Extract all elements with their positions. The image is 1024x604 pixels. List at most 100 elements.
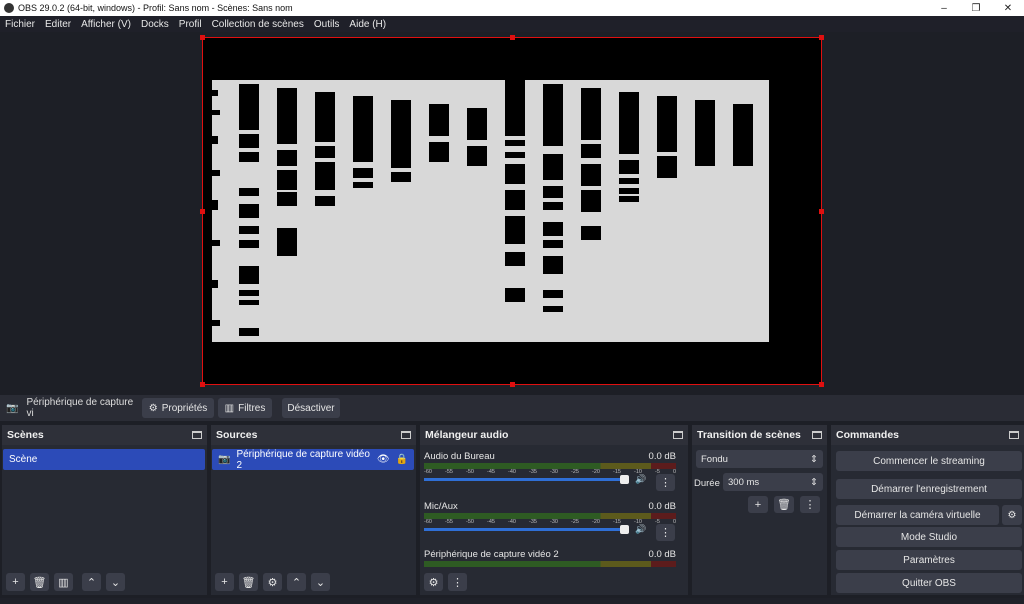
source-item[interactable]: 📷 Périphérique de capture vidéo 2 👁 🔒 xyxy=(212,449,414,471)
volume-slider-knob[interactable] xyxy=(620,525,629,534)
resize-handle-br[interactable] xyxy=(819,382,824,387)
speaker-icon[interactable]: 🔊 xyxy=(635,524,646,535)
trash-icon[interactable]: 🗑 xyxy=(239,573,258,591)
dock-popout-icon[interactable] xyxy=(673,431,683,439)
duration-spinbox[interactable]: 300 ms ⇕ xyxy=(723,473,823,491)
volume-slider[interactable] xyxy=(424,528,624,531)
volume-slider-knob[interactable] xyxy=(620,475,629,484)
gear-icon[interactable]: ⚙ xyxy=(1002,505,1022,525)
filters-button[interactable]: ▥ Filtres xyxy=(218,398,272,418)
channel-db: 0.0 dB xyxy=(648,451,676,462)
more-icon[interactable]: ⋮ xyxy=(800,496,820,513)
filter-icon: ▥ xyxy=(224,402,235,414)
mixer-channel: Périphérique de capture vidéo 2 0.0 dB xyxy=(424,549,676,573)
controls-dock: Commandes Commencer le streaming Démarre… xyxy=(831,425,1024,595)
minimize-button[interactable]: – xyxy=(928,0,960,16)
channel-name: Audio du Bureau xyxy=(424,451,495,462)
eye-icon[interactable]: 👁 xyxy=(377,454,390,465)
arrow-down-icon[interactable]: ⌄ xyxy=(106,573,125,591)
channel-db: 0.0 dB xyxy=(648,501,676,512)
preview-area[interactable] xyxy=(0,32,1024,392)
gear-icon[interactable]: ⚙ xyxy=(263,573,282,591)
close-button[interactable]: ✕ xyxy=(992,0,1024,16)
scenes-dock: Scènes Scène + 🗑 ▥ ⌃ ⌄ xyxy=(2,425,207,595)
camera-icon: 📷 xyxy=(218,454,231,465)
trash-icon[interactable]: 🗑 xyxy=(30,573,49,591)
lock-icon[interactable]: 🔒 xyxy=(396,454,408,465)
speaker-icon[interactable]: 🔊 xyxy=(635,474,646,485)
studio-mode-button[interactable]: Mode Studio xyxy=(836,527,1022,547)
more-icon[interactable]: ⋮ xyxy=(656,474,675,491)
dock-popout-icon[interactable] xyxy=(192,431,202,439)
menu-collection[interactable]: Collection de scènes xyxy=(207,19,309,30)
quit-obs-button[interactable]: Quitter OBS xyxy=(836,573,1022,593)
volume-meter xyxy=(424,561,676,567)
dock-popout-icon[interactable] xyxy=(401,431,411,439)
filter-icon[interactable]: ▥ xyxy=(54,573,73,591)
deactivate-button[interactable]: Désactiver xyxy=(282,398,340,418)
menu-fichier[interactable]: Fichier xyxy=(0,19,40,30)
resize-handle-bl[interactable] xyxy=(200,382,205,387)
gear-icon: ⚙ xyxy=(148,402,158,414)
scene-item[interactable]: Scène xyxy=(3,449,205,470)
transition-select[interactable]: Fondu ⇕ xyxy=(696,450,823,468)
audio-mixer-dock: Mélangeur audio Audio du Bureau 0.0 dB -… xyxy=(420,425,688,595)
more-icon[interactable]: ⋮ xyxy=(448,573,467,591)
more-icon[interactable]: ⋮ xyxy=(656,524,675,541)
arrow-down-icon[interactable]: ⌄ xyxy=(311,573,330,591)
restore-button[interactable]: ❐ xyxy=(960,0,992,16)
window-title: OBS 29.0.2 (64-bit, windows) - Profil: S… xyxy=(18,3,293,13)
chevron-updown-icon: ⇕ xyxy=(810,453,818,465)
arrow-up-icon[interactable]: ⌃ xyxy=(287,573,306,591)
mixer-channel: Mic/Aux 0.0 dB -60 -55 -50 -45 -40 -35 -30 -25-… xyxy=(424,501,676,549)
sources-title: Sources xyxy=(216,429,258,441)
resize-handle-tr[interactable] xyxy=(819,35,824,40)
dock-popout-icon[interactable] xyxy=(1009,431,1019,439)
start-recording-button[interactable]: Démarrer l'enregistrement xyxy=(836,479,1022,499)
sources-dock: Sources 📷 Périphérique de capture vidéo … xyxy=(211,425,416,595)
mixer-title: Mélangeur audio xyxy=(425,429,509,441)
duration-label: Durée xyxy=(694,478,720,489)
resize-handle-l[interactable] xyxy=(200,209,205,214)
gear-icon[interactable]: ⚙ xyxy=(424,573,443,591)
transitions-title: Transition de scènes xyxy=(697,429,801,441)
menu-outils[interactable]: Outils xyxy=(309,19,345,30)
add-icon[interactable]: + xyxy=(748,496,768,513)
resize-handle-r[interactable] xyxy=(819,209,824,214)
captured-pattern-image xyxy=(207,80,769,342)
arrow-up-icon[interactable]: ⌃ xyxy=(82,573,101,591)
menu-aide[interactable]: Aide (H) xyxy=(344,19,391,30)
camera-icon: 📷 xyxy=(6,402,19,414)
source-toolbar: 📷 Périphérique de capture vi ⚙ Propriétés … xyxy=(0,395,1024,421)
channel-name: Périphérique de capture vidéo 2 xyxy=(424,549,559,560)
chevron-updown-icon: ⇕ xyxy=(810,476,818,488)
channel-name: Mic/Aux xyxy=(424,501,458,512)
selected-source-name: Périphérique de capture vi xyxy=(26,397,134,419)
resize-handle-b[interactable] xyxy=(510,382,515,387)
dock-popout-icon[interactable] xyxy=(812,431,822,439)
scenes-title: Scènes xyxy=(7,429,44,441)
menu-editer[interactable]: Editer xyxy=(40,19,76,30)
menu-profil[interactable]: Profil xyxy=(174,19,207,30)
volume-slider[interactable] xyxy=(424,478,624,481)
resize-handle-t[interactable] xyxy=(510,35,515,40)
add-icon[interactable]: + xyxy=(6,573,25,591)
resize-handle-tl[interactable] xyxy=(200,35,205,40)
title-bar: OBS 29.0.2 (64-bit, windows) - Profil: S… xyxy=(0,0,1024,16)
status-bar xyxy=(0,598,1024,604)
menu-afficher[interactable]: Afficher (V) xyxy=(76,19,136,30)
properties-button[interactable]: ⚙ Propriétés xyxy=(142,398,214,418)
transitions-dock: Transition de scènes Fondu ⇕ Durée 300 ms… xyxy=(692,425,827,595)
start-virtual-camera-button[interactable]: Démarrer la caméra virtuelle xyxy=(836,505,999,525)
start-streaming-button[interactable]: Commencer le streaming xyxy=(836,451,1022,471)
menu-bar: Fichier Editer Afficher (V) Docks Profil… xyxy=(0,16,1024,32)
obs-logo-icon xyxy=(4,3,14,13)
mixer-channel: Audio du Bureau 0.0 dB -60 -55 -50 -45 -40 -3… xyxy=(424,451,676,499)
menu-docks[interactable]: Docks xyxy=(136,19,174,30)
channel-db: 0.0 dB xyxy=(648,549,676,560)
settings-button[interactable]: Paramètres xyxy=(836,550,1022,570)
video-preview-canvas[interactable] xyxy=(200,35,824,387)
trash-icon[interactable]: 🗑 xyxy=(774,496,794,513)
add-icon[interactable]: + xyxy=(215,573,234,591)
controls-title: Commandes xyxy=(836,429,900,441)
